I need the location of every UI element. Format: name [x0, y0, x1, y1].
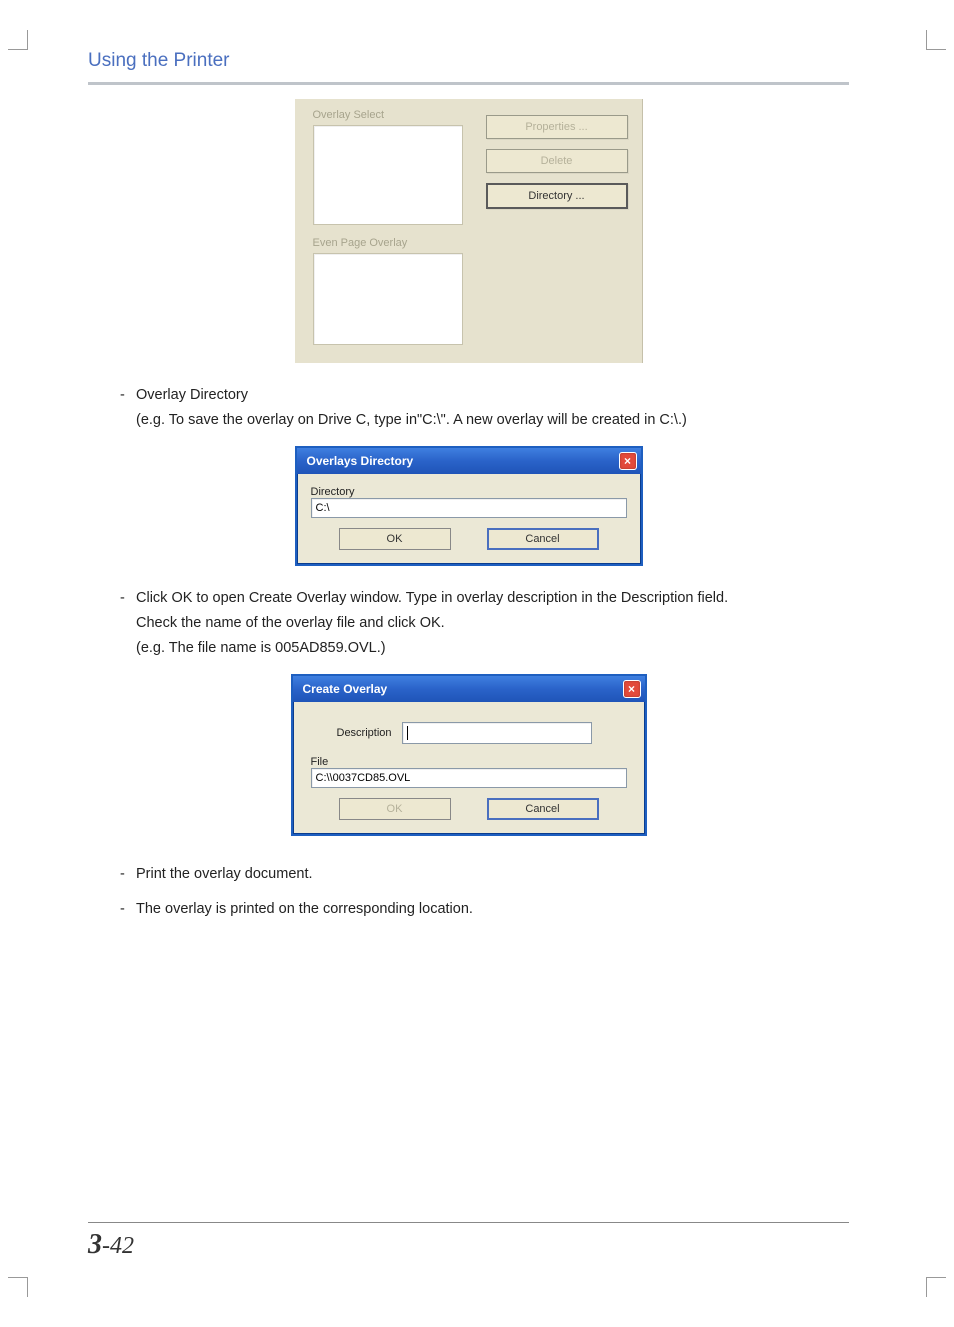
- directory-button[interactable]: Directory ...: [486, 183, 628, 209]
- overlay-select-list[interactable]: [313, 125, 463, 225]
- figure-overlays-directory-dialog: Overlays Directory × Directory OK Cancel: [88, 446, 849, 566]
- instruction-title: Overlay Directory: [136, 383, 817, 408]
- overlay-select-label: Overlay Select: [313, 109, 472, 121]
- page-number: 3-42: [88, 1229, 134, 1261]
- even-page-overlay-list[interactable]: [313, 253, 463, 345]
- bullet-dash: -: [120, 383, 128, 432]
- description-label: Description: [337, 727, 392, 739]
- cancel-button[interactable]: Cancel: [487, 798, 599, 820]
- page-title: Using the Printer: [88, 50, 849, 85]
- close-icon[interactable]: ×: [623, 680, 641, 698]
- instruction-line: Click OK to open Create Overlay window. …: [136, 586, 817, 611]
- page-num: 42: [110, 1233, 134, 1259]
- instruction-line: Check the name of the overlay file and c…: [136, 611, 817, 636]
- figure-overlay-select: Overlay Select Properties ... Delete Dir…: [88, 99, 849, 363]
- instruction-line: (e.g. The file name is 005AD859.OVL.): [136, 636, 817, 661]
- figure-create-overlay-dialog: Create Overlay × Description File OK Can…: [88, 674, 849, 836]
- instruction-list: - Print the overlay document. - The over…: [120, 862, 817, 921]
- crop-mark: [8, 30, 28, 50]
- dialog-title: Overlays Directory: [307, 454, 414, 468]
- instruction-list: - Click OK to open Create Overlay window…: [120, 586, 817, 660]
- bullet-dash: -: [120, 586, 128, 660]
- description-input[interactable]: [402, 722, 592, 744]
- crop-mark: [8, 1277, 28, 1297]
- properties-button[interactable]: Properties ...: [486, 115, 628, 139]
- bullet-dash: -: [120, 897, 128, 922]
- ok-button[interactable]: OK: [339, 528, 451, 550]
- directory-input[interactable]: [311, 498, 627, 518]
- cancel-button[interactable]: Cancel: [487, 528, 599, 550]
- instruction-list: - Overlay Directory (e.g. To save the ov…: [120, 383, 817, 432]
- instruction-line: The overlay is printed on the correspond…: [136, 897, 817, 922]
- crop-mark: [926, 1277, 946, 1297]
- dialog-titlebar[interactable]: Overlays Directory ×: [297, 448, 641, 474]
- dialog-titlebar[interactable]: Create Overlay ×: [293, 676, 645, 702]
- dialog-title: Create Overlay: [303, 682, 388, 696]
- instruction-line: Print the overlay document.: [136, 862, 817, 887]
- instruction-sub: (e.g. To save the overlay on Drive C, ty…: [136, 408, 817, 433]
- ok-button[interactable]: OK: [339, 798, 451, 820]
- delete-button[interactable]: Delete: [486, 149, 628, 173]
- file-label: File: [311, 756, 627, 768]
- file-input[interactable]: [311, 768, 627, 788]
- even-page-overlay-label: Even Page Overlay: [313, 237, 628, 249]
- page-sep: -: [102, 1233, 110, 1259]
- footer-rule: [88, 1222, 849, 1223]
- bullet-dash: -: [120, 862, 128, 887]
- close-icon[interactable]: ×: [619, 452, 637, 470]
- page-content: Using the Printer Overlay Select Propert…: [88, 50, 849, 1267]
- crop-mark: [926, 30, 946, 50]
- directory-label: Directory: [311, 486, 627, 498]
- chapter-number: 3: [88, 1229, 102, 1260]
